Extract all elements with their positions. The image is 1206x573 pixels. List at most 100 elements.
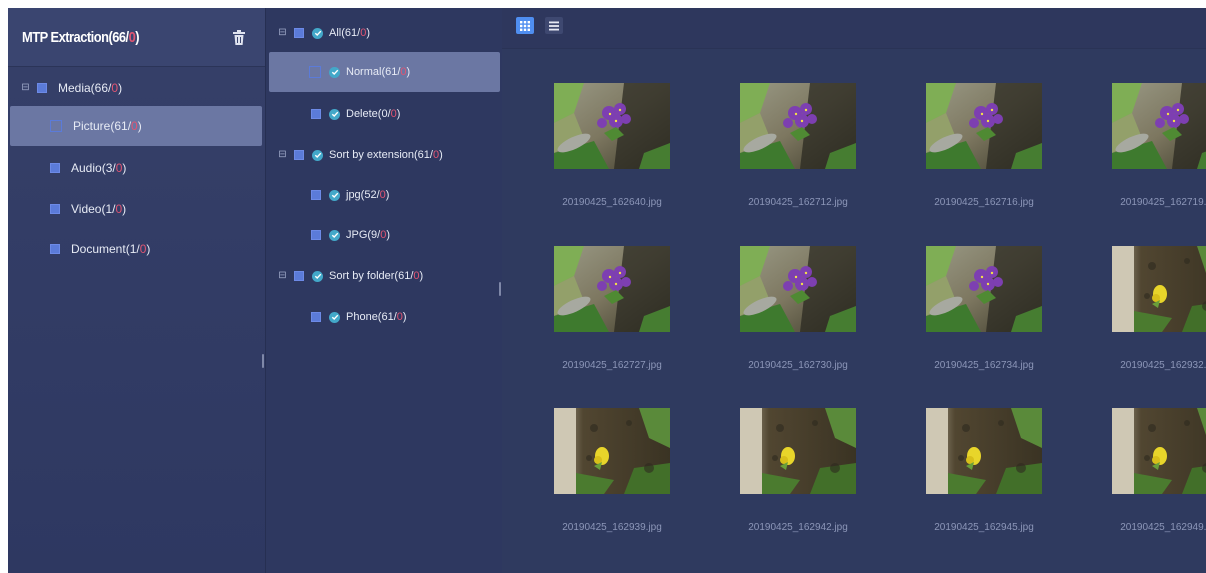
app-window: MTP Extraction(66/0) ⊟ Media(66/0) Pictu… (8, 8, 1206, 573)
checkbox[interactable] (294, 271, 304, 281)
file-browser: 20190425_162640.jpg 20190425_162712.jpg … (502, 8, 1206, 573)
tree-item-label: Audio(3/0) (71, 161, 127, 175)
filter-item-sort-by-extension[interactable]: ⊟ Sort by extension(61/0) (266, 135, 502, 175)
checkbox[interactable] (294, 150, 304, 160)
resize-handle[interactable] (499, 282, 501, 296)
tree-item-media[interactable]: ⊟ Media(66/0) (8, 68, 262, 108)
collapse-icon[interactable]: ⊟ (277, 271, 288, 282)
filter-label: jpg(52/0) (346, 189, 390, 201)
title-text: MTP Extraction(66/ (22, 29, 129, 46)
file-thumbnail[interactable]: 20190425_162734.jpg (886, 246, 1046, 396)
file-thumbnail[interactable]: 20190425_162939.jpg (514, 408, 674, 558)
filter-item-delete[interactable]: Delete(0/0) (266, 94, 502, 134)
filter-label: Delete(0/0) (346, 108, 401, 120)
file-thumbnail[interactable]: 20190425_162942.jpg (700, 408, 860, 558)
image-preview[interactable] (1112, 408, 1206, 494)
image-preview[interactable] (926, 83, 1042, 169)
file-thumbnail[interactable]: 20190425_162932.jpg (1072, 246, 1206, 396)
file-name: 20190425_162949.jpg (1120, 522, 1206, 533)
image-preview[interactable] (1112, 246, 1206, 332)
grid-view-button[interactable] (516, 17, 534, 34)
trash-icon[interactable] (232, 30, 246, 46)
collapse-icon[interactable]: ⊟ (20, 83, 31, 94)
check-circle-icon (312, 270, 323, 282)
file-thumbnail[interactable]: 20190425_162640.jpg (514, 83, 674, 233)
file-thumbnail[interactable]: 20190425_162719.jpg (1072, 83, 1206, 233)
checkbox[interactable] (50, 163, 60, 173)
checkbox[interactable] (294, 28, 304, 38)
file-name: 20190425_162734.jpg (934, 360, 1034, 371)
grid-icon (520, 20, 530, 31)
tree-item-label: Document(1/0) (71, 242, 151, 256)
file-thumbnail[interactable]: 20190425_162712.jpg (700, 83, 860, 233)
image-preview[interactable] (926, 408, 1042, 494)
filter-label: Normal(61/0) (346, 66, 411, 78)
image-preview[interactable] (740, 83, 856, 169)
tree-item-video[interactable]: Video(1/0) (8, 189, 262, 229)
collapse-icon[interactable]: ⊟ (277, 28, 288, 39)
resize-handle[interactable] (262, 354, 264, 368)
collapse-icon[interactable]: ⊟ (277, 150, 288, 161)
filter-label: Phone(61/0) (346, 311, 407, 323)
checkbox[interactable] (37, 83, 47, 93)
filter-item-all[interactable]: ⊟ All(61/0) (266, 13, 502, 53)
checkbox[interactable] (309, 66, 321, 78)
tree-item-label: Video(1/0) (71, 202, 127, 216)
check-circle-icon (329, 311, 340, 323)
check-circle-icon (312, 149, 323, 161)
filter-item-phone[interactable]: Phone(61/0) (266, 297, 502, 337)
checkbox[interactable] (50, 244, 60, 254)
file-thumbnail[interactable]: 20190425_162727.jpg (514, 246, 674, 396)
checkbox[interactable] (50, 120, 62, 132)
filter-item-normal[interactable]: Normal(61/0) (269, 52, 500, 92)
image-preview[interactable] (740, 408, 856, 494)
checkbox[interactable] (50, 204, 60, 214)
check-circle-icon (329, 189, 340, 201)
image-preview[interactable] (926, 246, 1042, 332)
image-preview[interactable] (554, 83, 670, 169)
check-circle-icon (312, 27, 323, 39)
check-circle-icon (329, 66, 340, 78)
file-name: 20190425_162730.jpg (748, 360, 848, 371)
tree-item-audio[interactable]: Audio(3/0) (8, 148, 262, 188)
filter-item-sort-by-folder[interactable]: ⊟ Sort by folder(61/0) (266, 256, 502, 296)
file-thumbnail[interactable]: 20190425_162716.jpg (886, 83, 1046, 233)
check-circle-icon (329, 229, 340, 241)
image-preview[interactable] (1112, 83, 1206, 169)
page-title: MTP Extraction(66/0) (22, 29, 140, 46)
tree-item-label: Media(66/0) (58, 81, 123, 95)
filter-label: JPG(9/0) (346, 229, 391, 241)
filter-label: Sort by folder(61/0) (329, 270, 424, 282)
checkbox[interactable] (311, 109, 321, 119)
list-icon (549, 21, 559, 30)
checkbox[interactable] (311, 312, 321, 322)
file-name: 20190425_162932.jpg (1120, 360, 1206, 371)
filter-item-JPG[interactable]: JPG(9/0) (266, 215, 502, 255)
image-preview[interactable] (554, 408, 670, 494)
file-name: 20190425_162945.jpg (934, 522, 1034, 533)
file-name: 20190425_162942.jpg (748, 522, 848, 533)
image-preview[interactable] (740, 246, 856, 332)
tree-item-picture[interactable]: Picture(61/0) (10, 106, 262, 146)
filter-label: Sort by extension(61/0) (329, 149, 443, 161)
checkbox[interactable] (311, 230, 321, 240)
file-thumbnail[interactable]: 20190425_162949.jpg (1072, 408, 1206, 558)
file-name: 20190425_162719.jpg (1120, 197, 1206, 208)
file-name: 20190425_162727.jpg (562, 360, 662, 371)
tree-item-document[interactable]: Document(1/0) (8, 229, 262, 269)
file-thumbnail[interactable]: 20190425_162730.jpg (700, 246, 860, 396)
checkbox[interactable] (311, 190, 321, 200)
file-name: 20190425_162716.jpg (934, 197, 1034, 208)
file-thumbnail[interactable]: 20190425_162945.jpg (886, 408, 1046, 558)
list-view-button[interactable] (545, 17, 563, 34)
deleted-count: 0 (128, 29, 136, 46)
view-toolbar (502, 8, 1206, 49)
category-panel: MTP Extraction(66/0) ⊟ Media(66/0) Pictu… (8, 8, 265, 573)
file-name: 20190425_162939.jpg (562, 522, 662, 533)
image-preview[interactable] (554, 246, 670, 332)
panel-header: MTP Extraction(66/0) (8, 8, 265, 67)
filter-panel: ⊟ All(61/0) Normal(61/0) Delete(0/0) ⊟ S… (265, 8, 503, 573)
filter-item-jpg[interactable]: jpg(52/0) (266, 175, 502, 215)
filter-label: All(61/0) (329, 27, 370, 39)
file-name: 20190425_162640.jpg (562, 197, 662, 208)
